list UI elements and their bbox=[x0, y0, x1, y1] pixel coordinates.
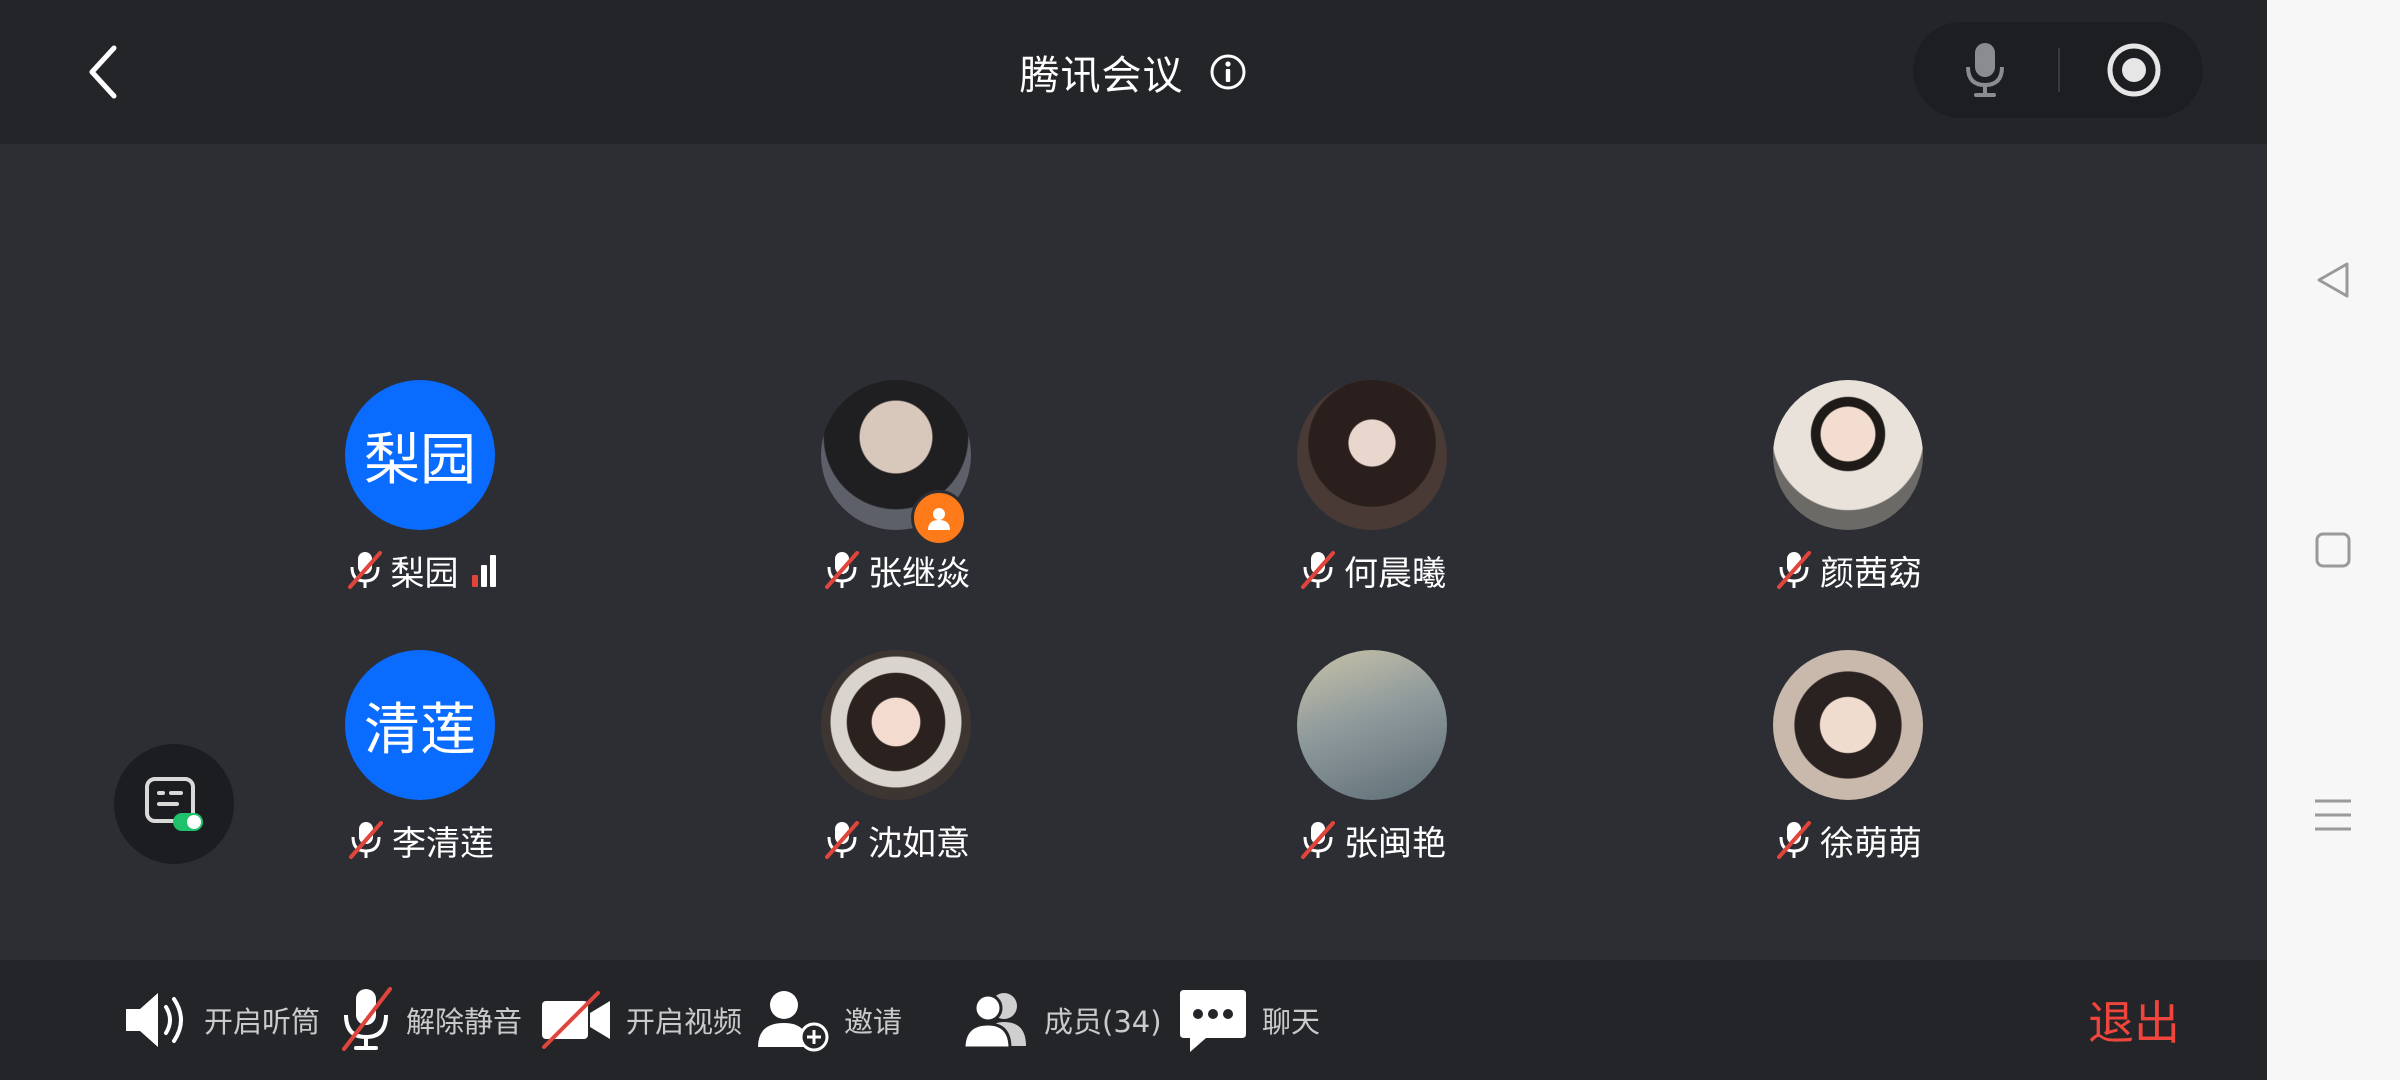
avatar bbox=[1773, 380, 1923, 530]
bottom-toolbar: 开启听筒 解除静音 开启视频 邀请 成员(34) 聊天 退出 bbox=[0, 960, 2267, 1080]
nav-home-button[interactable] bbox=[2293, 510, 2373, 590]
participant-name: 沈如意 bbox=[868, 823, 970, 864]
avatar bbox=[821, 650, 971, 800]
speaker-icon bbox=[126, 993, 183, 1047]
participant-tile[interactable]: 张继焱 bbox=[741, 380, 1001, 610]
speaker-label: 开启听筒 bbox=[204, 1005, 321, 1039]
members-button[interactable]: 成员(34) bbox=[960, 960, 1162, 1080]
invite-button[interactable]: 邀请 bbox=[754, 960, 902, 1080]
muted-mic-icon bbox=[1777, 821, 1811, 859]
participant-name: 颜茜窈 bbox=[1820, 553, 1922, 594]
back-chevron-icon bbox=[89, 45, 117, 99]
pill-divider bbox=[2058, 48, 2060, 92]
chat-button[interactable]: 聊天 bbox=[1176, 960, 1320, 1080]
info-icon bbox=[1210, 54, 1245, 90]
nav-back-button[interactable] bbox=[2293, 240, 2373, 320]
avatar bbox=[1297, 380, 1447, 530]
participant-name: 李清莲 bbox=[392, 823, 494, 864]
participant-tile[interactable]: 张闽艳 bbox=[1217, 650, 1477, 880]
participant-tile[interactable]: 梨园 梨园 bbox=[265, 380, 525, 610]
info-button[interactable] bbox=[1208, 52, 1248, 92]
nav-menu-button[interactable] bbox=[2293, 775, 2373, 855]
members-icon bbox=[962, 993, 1026, 1050]
participant-tile[interactable]: 颜茜窈 bbox=[1693, 380, 1953, 610]
record-icon bbox=[2107, 43, 2161, 97]
muted-mic-icon bbox=[1777, 551, 1811, 589]
participant-name: 张闽艳 bbox=[1344, 823, 1446, 864]
top-bar: 腾讯会议 bbox=[0, 0, 2267, 144]
participant-tile[interactable]: 清莲 李清莲 bbox=[265, 650, 525, 880]
nav-back-icon bbox=[2317, 262, 2349, 298]
video-button[interactable]: 开启视频 bbox=[538, 960, 742, 1080]
invite-label: 邀请 bbox=[844, 1005, 903, 1039]
participant-name: 徐萌萌 bbox=[1820, 823, 1922, 864]
members-label: 成员(34) bbox=[1044, 1005, 1162, 1039]
avatar: 清莲 bbox=[345, 650, 495, 800]
speaker-button[interactable]: 开启听筒 bbox=[120, 960, 320, 1080]
participant-tile[interactable]: 何晨曦 bbox=[1217, 380, 1477, 610]
muted-mic-icon bbox=[342, 987, 392, 1051]
invite-user-icon bbox=[758, 991, 829, 1052]
participant-name: 张继焱 bbox=[868, 553, 970, 594]
muted-mic-icon bbox=[349, 821, 383, 859]
nav-home-icon bbox=[2315, 532, 2351, 568]
avatar bbox=[1773, 650, 1923, 800]
back-button[interactable] bbox=[78, 40, 128, 104]
microphone-icon bbox=[1966, 43, 2004, 97]
muted-mic-icon bbox=[1301, 821, 1335, 859]
avatar: 梨园 bbox=[345, 380, 495, 530]
exit-button[interactable]: 退出 bbox=[2088, 960, 2180, 1080]
unmute-label: 解除静音 bbox=[406, 1005, 523, 1039]
system-nav-bar bbox=[2267, 0, 2400, 1080]
participant-name: 梨园 bbox=[390, 553, 459, 594]
muted-mic-icon bbox=[1301, 551, 1335, 589]
video-off-icon bbox=[542, 991, 610, 1049]
mic-button[interactable] bbox=[1951, 36, 2019, 104]
audio-record-controls bbox=[1913, 22, 2203, 118]
muted-mic-icon bbox=[825, 821, 859, 859]
record-button[interactable] bbox=[2100, 36, 2168, 104]
host-badge-icon bbox=[911, 490, 967, 546]
caption-toggle-button[interactable] bbox=[114, 744, 234, 864]
muted-mic-icon bbox=[825, 551, 859, 589]
video-label: 开启视频 bbox=[626, 1005, 743, 1039]
nav-menu-icon bbox=[2315, 799, 2351, 831]
participant-name: 何晨曦 bbox=[1344, 553, 1446, 594]
participant-tile[interactable]: 沈如意 bbox=[741, 650, 1001, 880]
avatar bbox=[1297, 650, 1447, 800]
signal-strength-icon bbox=[469, 553, 496, 587]
chat-bubble-icon bbox=[1180, 990, 1246, 1052]
caption-toggle-icon bbox=[145, 777, 203, 831]
participant-tile[interactable]: 徐萌萌 bbox=[1693, 650, 1953, 880]
unmute-button[interactable]: 解除静音 bbox=[338, 960, 522, 1080]
chat-label: 聊天 bbox=[1262, 1005, 1321, 1039]
meeting-title: 腾讯会议 bbox=[1019, 53, 1184, 99]
muted-mic-icon bbox=[347, 551, 382, 589]
